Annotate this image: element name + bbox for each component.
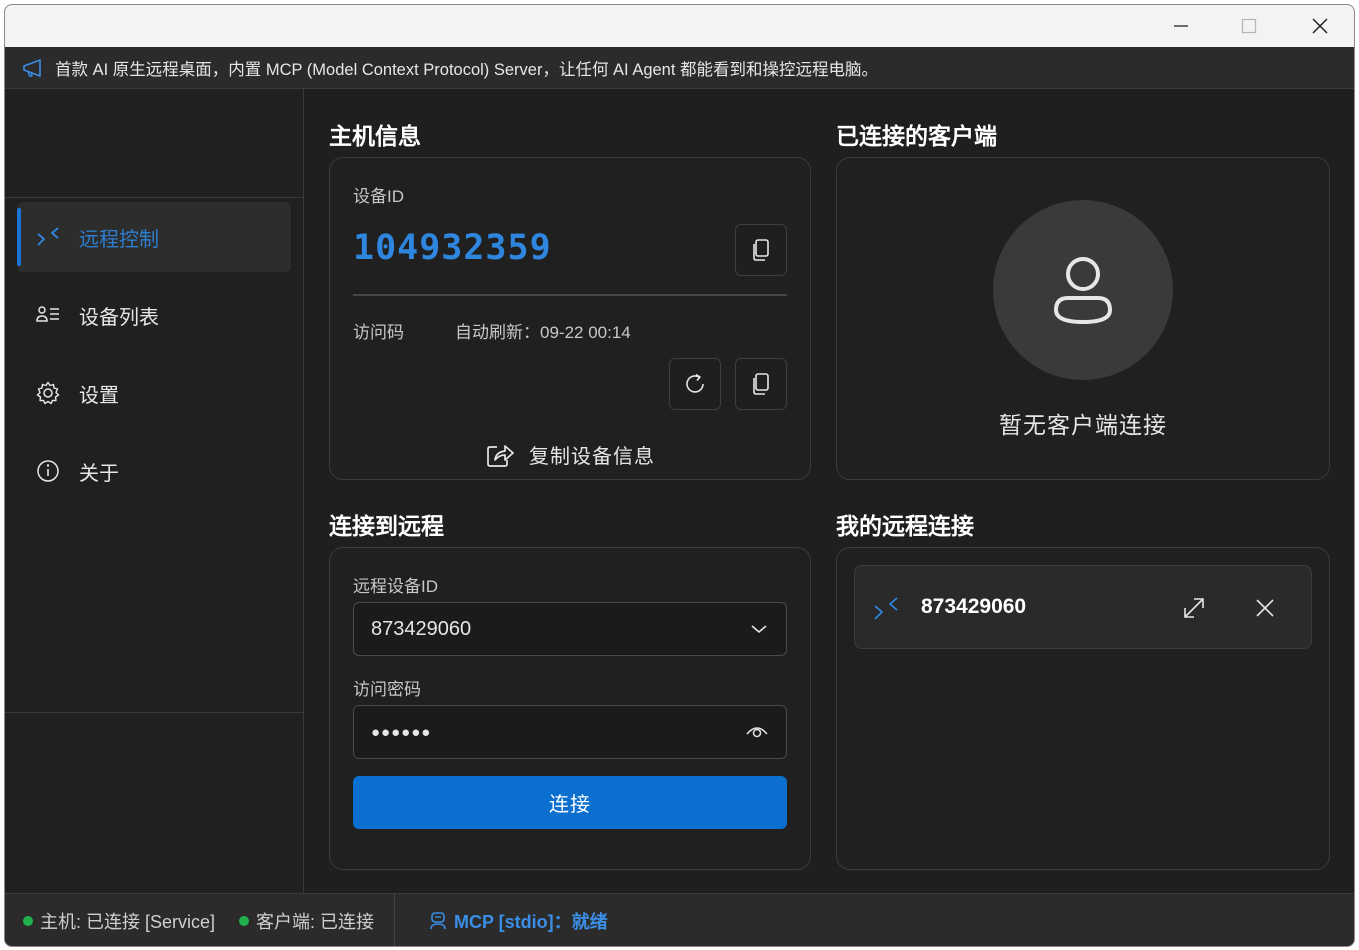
no-clients-text: 暂无客户端连接 (999, 412, 1167, 438)
password-value: ●●●●●● (371, 723, 432, 741)
sidebar-item-settings[interactable]: 设置 (17, 358, 291, 428)
connect-remote-title: 连接到远程 (329, 513, 444, 539)
connect-button[interactable]: 连接 (353, 776, 787, 829)
access-code-label: 访问码 (353, 323, 404, 342)
host-info-card: 设备ID 104932359 访问码 自动刷新：09-22 00:14 复制设备… (329, 157, 811, 480)
my-connections-title: 我的远程连接 (836, 513, 974, 539)
megaphone-icon (23, 58, 41, 77)
share-icon (487, 444, 514, 467)
sidebar-item-label: 设备列表 (79, 306, 159, 329)
status-dot (239, 916, 249, 926)
sidebar-item-remote-control[interactable]: 远程控制 (17, 202, 291, 272)
mcp-status-text: MCP [stdio]：就绪 (454, 912, 608, 932)
eye-icon (746, 727, 768, 738)
sidebar-divider (5, 712, 304, 713)
host-info-title: 主机信息 (329, 123, 421, 149)
gear-icon (35, 380, 61, 406)
avatar (993, 200, 1173, 380)
close-icon (1312, 18, 1328, 34)
remote-id-value: 873429060 (371, 617, 472, 640)
copy-access-code-button[interactable] (735, 358, 787, 410)
copy-icon (753, 239, 769, 261)
refresh-access-code-button[interactable] (669, 358, 721, 410)
sidebar-item-device-list[interactable]: 设备列表 (17, 280, 291, 350)
mcp-status[interactable]: MCP [stdio]：就绪 (429, 908, 608, 934)
sidebar-item-about[interactable]: 关于 (17, 436, 291, 506)
remote-control-icon (874, 597, 898, 620)
auto-refresh-text: 自动刷新：09-22 00:14 (455, 323, 631, 342)
user-icon (1053, 257, 1113, 325)
refresh-icon (686, 373, 704, 393)
sidebar: 远程控制 设备列表 设置 关于 (5, 89, 304, 893)
copy-icon (753, 373, 769, 395)
device-id-value: 104932359 (353, 228, 552, 268)
close-icon (1256, 599, 1274, 617)
close-connection-button[interactable] (1255, 598, 1275, 623)
host-status: 主机: 已连接 [Service] (23, 908, 215, 934)
sidebar-item-label: 关于 (79, 462, 119, 485)
remote-control-icon (35, 224, 61, 250)
client-status-text: 客户端: 已连接 (256, 912, 375, 932)
copy-device-info-label: 复制设备信息 (529, 446, 655, 468)
connection-item[interactable]: 873429060 (854, 565, 1312, 649)
maximize-button[interactable] (1214, 5, 1284, 47)
banner-text: 首款 AI 原生远程桌面，内置 MCP (Model Context Proto… (55, 60, 879, 79)
remote-id-label: 远程设备ID (353, 577, 438, 596)
minimize-button[interactable] (1146, 5, 1216, 47)
expand-icon (1184, 598, 1204, 618)
close-window-button[interactable] (1285, 5, 1354, 47)
divider (353, 294, 787, 296)
minimize-icon (1174, 25, 1188, 27)
sidebar-item-label: 远程控制 (79, 228, 159, 251)
password-label: 访问密码 (353, 680, 421, 699)
mcp-icon (430, 912, 446, 930)
status-dot (23, 916, 33, 926)
info-icon (35, 458, 61, 484)
toggle-password-visibility[interactable] (746, 706, 768, 758)
app-window: 首款 AI 原生远程桌面，内置 MCP (Model Context Proto… (4, 4, 1355, 947)
chevron-down-icon (751, 625, 767, 634)
connect-remote-card: 远程设备ID 873429060 访问密码 ●●●●●● 连接 (329, 547, 811, 870)
sidebar-item-label: 设置 (79, 384, 119, 407)
announcement-banner: 首款 AI 原生远程桌面，内置 MCP (Model Context Proto… (5, 47, 1354, 89)
copy-device-id-button[interactable] (735, 224, 787, 276)
my-connections-card: 873429060 (836, 547, 1330, 870)
connected-clients-title: 已连接的客户端 (836, 123, 997, 149)
device-id-label: 设备ID (353, 187, 404, 206)
connected-clients-card: 暂无客户端连接 (836, 157, 1330, 480)
copy-device-info-button[interactable]: 复制设备信息 (485, 440, 655, 469)
host-status-text: 主机: 已连接 [Service] (40, 912, 216, 932)
remote-id-select[interactable]: 873429060 (353, 602, 787, 656)
client-status: 客户端: 已连接 (239, 908, 374, 934)
connection-id: 873429060 (921, 595, 1027, 618)
sidebar-divider (5, 197, 304, 198)
status-bar: 主机: 已连接 [Service] 客户端: 已连接 MCP [stdio]：就… (5, 893, 1354, 946)
open-connection-button[interactable] (1181, 595, 1207, 626)
status-divider (394, 894, 395, 946)
device-list-icon (35, 302, 61, 328)
title-bar (5, 5, 1354, 47)
password-field[interactable]: ●●●●●● (353, 705, 787, 759)
maximize-icon (1241, 18, 1257, 34)
